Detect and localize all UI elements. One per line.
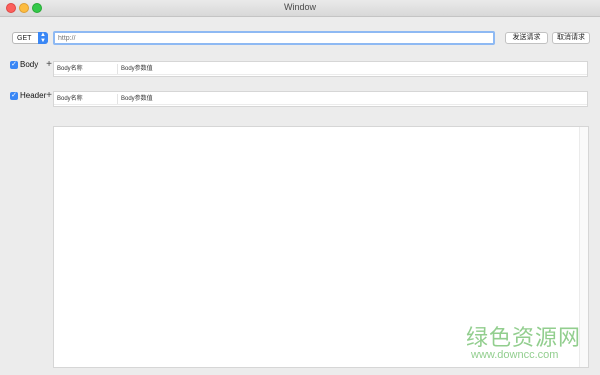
method-select[interactable]: GET ▲ ▼ xyxy=(12,32,48,44)
body-checkbox-label: Body xyxy=(20,60,39,69)
cancel-request-button[interactable]: 取消请求 xyxy=(552,32,590,44)
send-request-button[interactable]: 发送请求 xyxy=(505,32,548,44)
add-body-button[interactable]: + xyxy=(45,59,53,70)
plus-icon: + xyxy=(46,59,52,70)
title-bar: Window xyxy=(0,0,600,17)
updown-chevron-icon: ▲ ▼ xyxy=(38,32,48,44)
header-name-column-header: Body名称 xyxy=(57,96,83,102)
column-divider xyxy=(117,94,118,104)
body-name-column-header: Body名称 xyxy=(57,66,83,72)
header-checkbox-label: Header xyxy=(20,91,47,100)
body-checkbox-row[interactable]: ✓ Body xyxy=(10,60,38,72)
body-value-column-header: Body参数值 xyxy=(121,66,153,72)
app-window: Window GET ▲▼ 发送请求 取消请求 ✓Body + Body名称 B… xyxy=(0,0,600,375)
header-checkbox[interactable]: ✓ xyxy=(10,92,18,100)
plus-icon: + xyxy=(46,90,52,101)
header-value-column-header: Body参数值 xyxy=(121,96,153,102)
checkmark-icon: ✓ xyxy=(11,92,17,99)
column-divider xyxy=(117,64,118,74)
url-input[interactable] xyxy=(53,31,495,45)
body-checkbox[interactable]: ✓ xyxy=(10,61,18,69)
add-header-button[interactable]: + xyxy=(45,90,53,101)
header-table: Body名称 Body参数值 xyxy=(53,91,588,107)
header-checkbox-row[interactable]: ✓ Header xyxy=(10,91,46,103)
watermark-text: 绿色资源网 xyxy=(466,326,582,351)
body-table: Body名称 Body参数值 xyxy=(53,61,588,77)
table-header-line xyxy=(54,104,587,105)
method-value: GET xyxy=(17,35,32,42)
checkmark-icon: ✓ xyxy=(11,61,17,68)
window-title: Window xyxy=(283,2,316,12)
watermark-url: www.downcc.com xyxy=(471,349,559,361)
table-header-line xyxy=(54,74,587,75)
